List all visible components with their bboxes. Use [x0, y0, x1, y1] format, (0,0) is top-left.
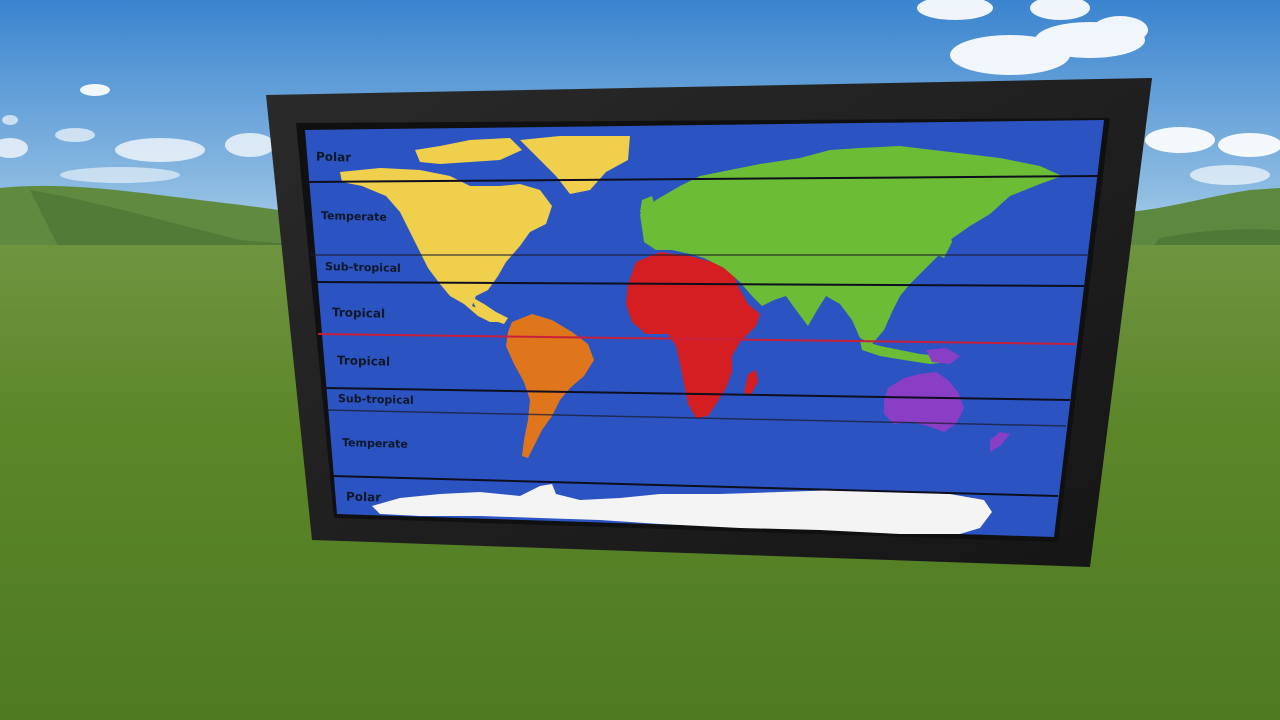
- zone-label-temperate-north: Temperate: [321, 209, 387, 224]
- zone-label-subtropical-south: Sub-tropical: [338, 392, 414, 407]
- game-scene: [0, 0, 1280, 720]
- zone-label-tropical-north: Tropical: [332, 305, 386, 321]
- zone-label-polar-south: Polar: [346, 489, 382, 505]
- zone-label-subtropical-north: Sub-tropical: [325, 260, 401, 275]
- zone-label-polar-north: Polar: [316, 149, 352, 165]
- zone-label-temperate-south: Temperate: [342, 436, 408, 451]
- zone-label-tropical-south: Tropical: [337, 353, 391, 369]
